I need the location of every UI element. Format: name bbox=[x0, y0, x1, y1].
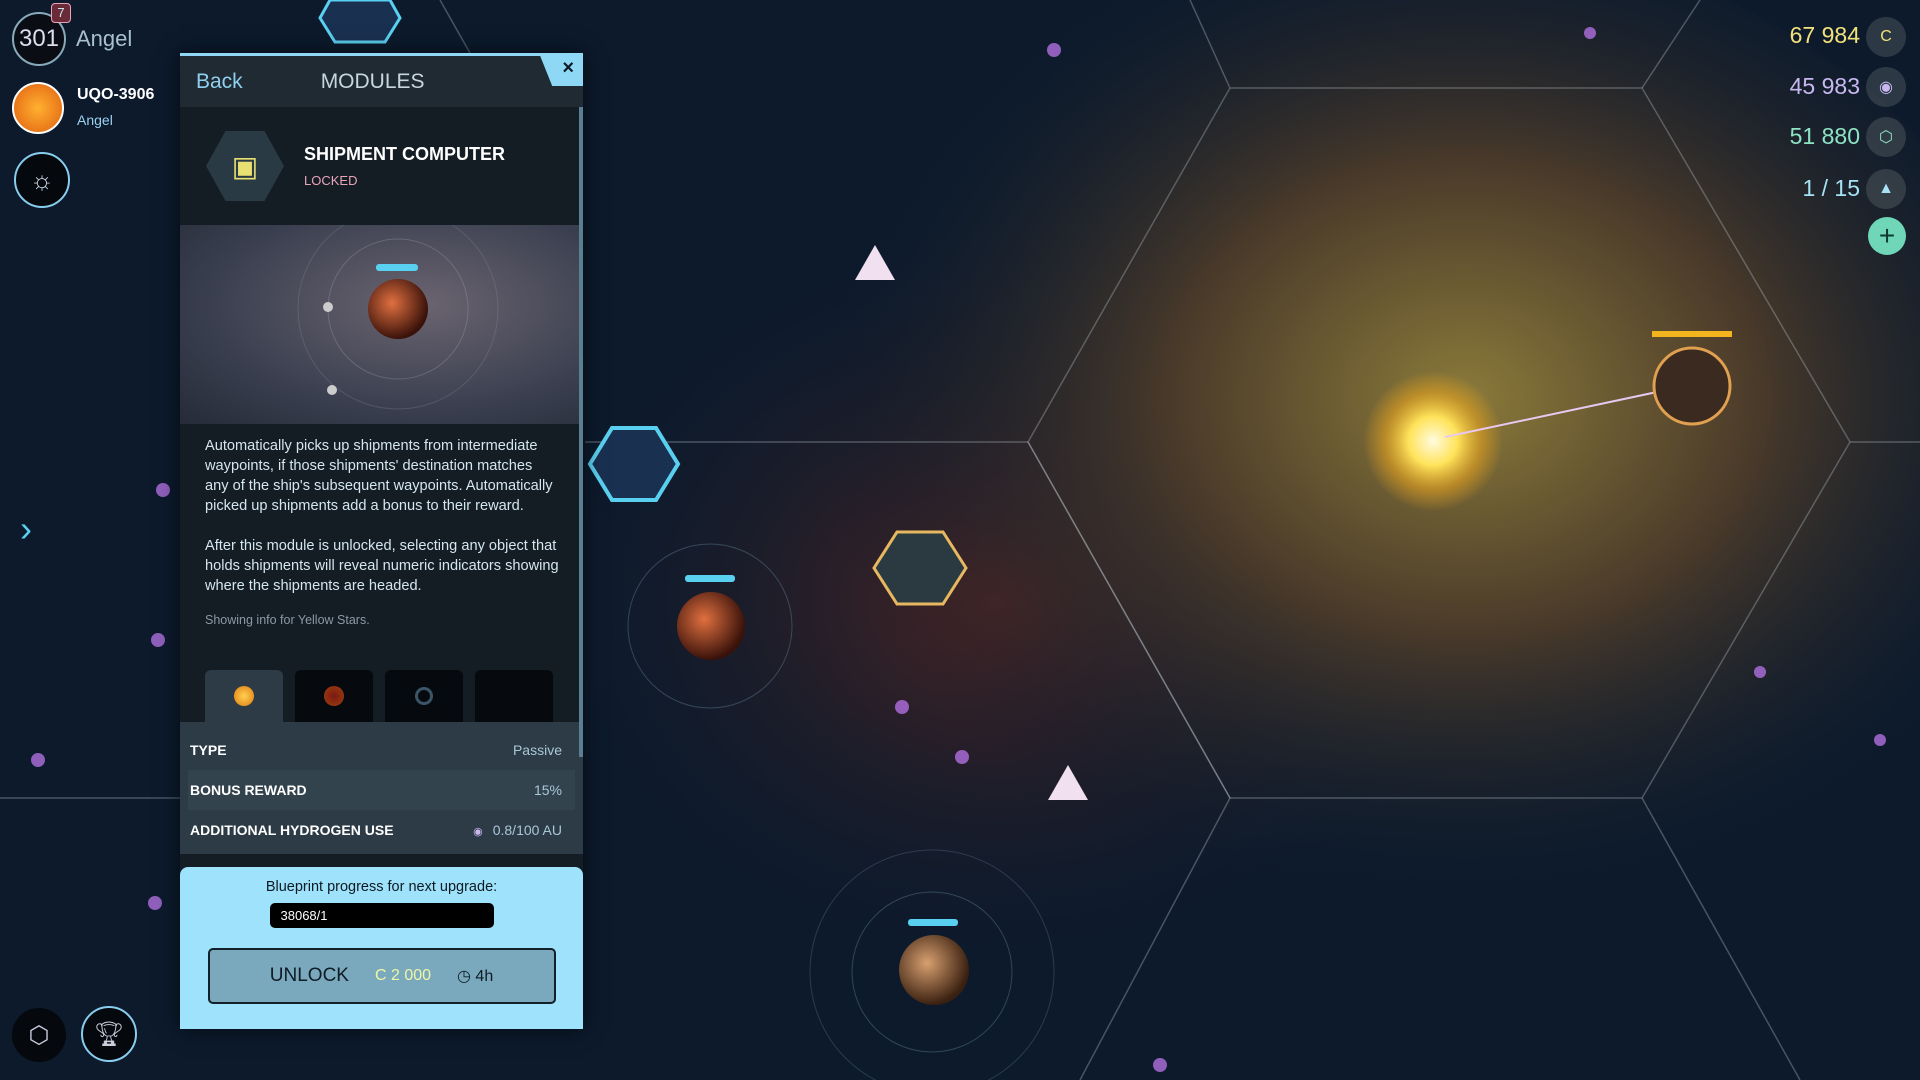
player-level: 301 bbox=[18, 25, 60, 52]
yellow-star-icon bbox=[234, 686, 254, 706]
stat-value: 0.8/100 AU bbox=[492, 822, 562, 838]
stat-value: Passive bbox=[512, 742, 562, 758]
module-status: LOCKED bbox=[304, 173, 358, 188]
unlock-label: UNLOCK bbox=[269, 965, 349, 986]
hydrogen-value: 45 983 bbox=[1789, 73, 1860, 99]
system-owner: Angel bbox=[77, 112, 113, 128]
blueprint-progress-bar: 38068/1 bbox=[269, 903, 494, 928]
blue-star-icon bbox=[415, 687, 433, 705]
player-name: Angel bbox=[76, 26, 133, 51]
module-preview-image bbox=[180, 225, 583, 424]
blueprint-progress-value: 38068/1 bbox=[280, 908, 328, 923]
modules-panel: Back MODULES × ▣ SHIPMENT COMPUTER LOCKE… bbox=[180, 53, 583, 1029]
settings-button[interactable]: ☼ bbox=[14, 152, 70, 208]
clock-icon: ◷ bbox=[457, 968, 476, 985]
module-name: SHIPMENT COMPUTER bbox=[304, 144, 506, 164]
tab-blue-star[interactable] bbox=[385, 670, 463, 722]
stat-row: BONUS REWARD 15% bbox=[188, 770, 575, 810]
stat-value: 15% bbox=[533, 782, 562, 798]
trophy-button[interactable]: 🏆︎ bbox=[81, 1006, 137, 1062]
stat-key: TYPE bbox=[190, 742, 227, 758]
hex-map-button[interactable]: ⬡ bbox=[12, 1008, 66, 1062]
unlock-section: Blueprint progress for next upgrade: 380… bbox=[180, 867, 583, 1029]
notification-count: 7 bbox=[57, 5, 65, 20]
hydrogen-icon: ◉ bbox=[473, 826, 483, 838]
module-icon-hex: ▣ bbox=[206, 131, 284, 201]
close-icon: × bbox=[562, 57, 574, 79]
tab-red-star[interactable] bbox=[295, 670, 373, 722]
trophy-icon: 🏆︎ bbox=[93, 1020, 125, 1048]
module-description: Automatically picks up shipments from in… bbox=[180, 424, 583, 670]
notification-badge[interactable]: 7 bbox=[51, 3, 71, 23]
stat-row: ADDITIONAL HYDROGEN USE ◉ 0.8/100 AU bbox=[180, 810, 583, 850]
back-button[interactable]: Back bbox=[196, 70, 243, 94]
close-button[interactable]: × bbox=[539, 53, 583, 86]
unlock-cost: 2 000 bbox=[390, 967, 432, 984]
credits-icon[interactable]: C bbox=[1866, 17, 1906, 57]
description-paragraph: Automatically picks up shipments from in… bbox=[205, 438, 553, 514]
hexagons-icon: ⬡ bbox=[28, 1021, 50, 1049]
hexagon-value: 51 880 bbox=[1789, 123, 1860, 149]
blueprint-label: Blueprint progress for next upgrade: bbox=[265, 879, 498, 895]
unlock-time: 4h bbox=[475, 968, 494, 985]
unlock-button[interactable]: UNLOCK C 2 000 ◷ 4h bbox=[207, 948, 556, 1004]
info-note: Showing info for Yellow Stars. bbox=[205, 613, 370, 627]
stat-row: TYPE Passive bbox=[180, 730, 583, 770]
stat-key: ADDITIONAL HYDROGEN USE bbox=[190, 822, 394, 838]
credits-value: 67 984 bbox=[1789, 22, 1860, 48]
ship-icon[interactable]: ▲ bbox=[1866, 169, 1906, 209]
stat-key: BONUS REWARD bbox=[190, 782, 307, 798]
scrollbar[interactable] bbox=[579, 107, 583, 757]
credits-icon: C bbox=[374, 967, 391, 984]
system-name: UQO-3906 bbox=[77, 86, 155, 103]
description-paragraph: After this module is unlocked, selecting… bbox=[205, 538, 559, 594]
ships-value: 1 / 15 bbox=[1802, 175, 1860, 201]
hexagon-icon[interactable]: ⬡ bbox=[1866, 117, 1906, 157]
add-button[interactable]: + bbox=[1868, 217, 1906, 255]
chip-icon: ▣ bbox=[231, 150, 259, 182]
tab-yellow-star[interactable] bbox=[205, 670, 283, 722]
expand-chevron-icon[interactable]: › bbox=[20, 508, 32, 550]
system-star-avatar[interactable] bbox=[12, 82, 64, 134]
sun-gear-icon: ☼ bbox=[30, 164, 54, 195]
panel-title: MODULES bbox=[320, 69, 425, 93]
red-star-icon bbox=[324, 686, 344, 706]
tab-empty[interactable] bbox=[475, 670, 553, 722]
module-stats: TYPE Passive BONUS REWARD 15% ADDITIONAL H… bbox=[180, 722, 583, 854]
hydrogen-icon[interactable]: ◉ bbox=[1866, 67, 1906, 107]
